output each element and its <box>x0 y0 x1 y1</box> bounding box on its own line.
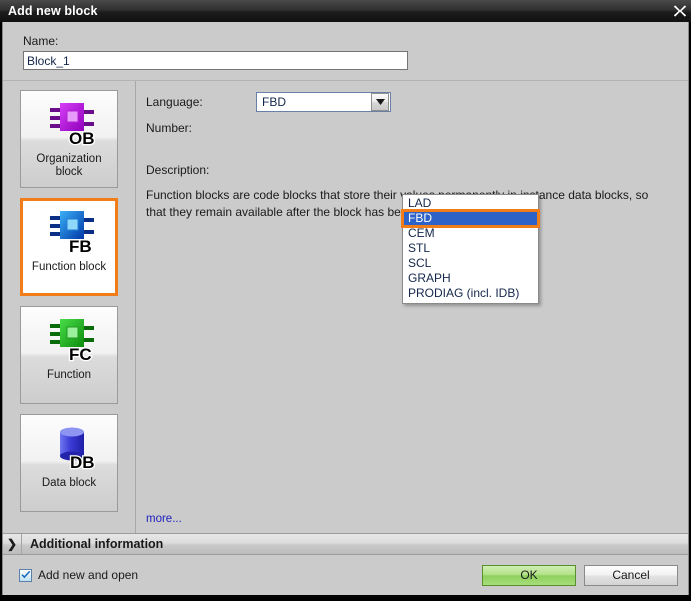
sidebar-item-label: Function <box>46 369 92 381</box>
sidebar-item-function-block[interactable]: FB Function block <box>20 198 118 296</box>
function-icon: FC <box>38 311 100 369</box>
title-bar: Add new block <box>0 0 691 22</box>
add-new-and-open-checkbox[interactable]: Add new and open <box>19 568 138 582</box>
name-label: Name: <box>23 34 59 48</box>
dropdown-option-stl[interactable]: STL <box>403 241 538 256</box>
main-pane: Language: FBD Number: Description: Funct… <box>136 81 688 533</box>
additional-information-label: Additional information <box>30 537 164 551</box>
description-label: Description: <box>146 163 210 177</box>
ok-button[interactable]: OK <box>482 564 576 586</box>
svg-text:OB: OB <box>69 129 95 148</box>
sidebar-item-function[interactable]: FC Function <box>20 306 118 404</box>
checkbox-box[interactable] <box>19 568 32 582</box>
number-row: Number: <box>146 117 688 139</box>
dropdown-option-cem[interactable]: CEM <box>403 226 538 241</box>
additional-information-expander[interactable]: ❯ Additional information <box>3 533 688 555</box>
organization-block-icon: OB <box>38 95 100 153</box>
chevron-right-icon[interactable]: ❯ <box>3 534 22 554</box>
svg-text:DB: DB <box>70 453 95 472</box>
window-bottom-border <box>0 595 691 601</box>
cancel-button[interactable]: Cancel <box>584 564 678 586</box>
more-link[interactable]: more... <box>146 513 182 525</box>
sidebar-item-label: Organization block <box>36 153 102 178</box>
sidebar-item-label: Function block <box>31 261 107 273</box>
svg-text:FC: FC <box>69 345 92 364</box>
middle-area: OB Organization block FB Function block … <box>3 81 688 533</box>
sidebar-item-organization-block[interactable]: OB Organization block <box>20 90 118 188</box>
language-row: Language: FBD <box>146 91 688 113</box>
footer-buttons: OK Cancel <box>482 564 678 586</box>
dropdown-option-fbd[interactable]: FBD <box>401 209 540 228</box>
data-block-icon: DB <box>38 419 100 477</box>
svg-text:FB: FB <box>69 237 92 256</box>
sidebar-item-label: Data block <box>41 477 97 489</box>
add-new-block-dialog: Add new block Name: Block_1 OB Organizat… <box>0 0 691 601</box>
dropdown-option-graph[interactable]: GRAPH <box>403 271 538 286</box>
dialog-footer: Add new and open OK Cancel <box>3 555 688 595</box>
chevron-down-icon[interactable] <box>371 93 389 111</box>
name-input[interactable] <box>23 51 408 70</box>
sidebar-item-data-block[interactable]: DB Data block <box>20 414 118 512</box>
dropdown-option-prodiag[interactable]: PRODIAG (incl. IDB) <box>403 286 538 301</box>
language-label: Language: <box>146 95 203 109</box>
number-label: Number: <box>146 121 193 135</box>
name-row: Name: <box>3 22 688 81</box>
language-combobox-value: FBD <box>262 95 286 109</box>
dialog-content: Name: Block_1 OB Organization block FB F… <box>2 22 689 595</box>
language-dropdown-list[interactable]: LAD FBD CEM STL SCL GRAPH PRODIAG (incl.… <box>401 194 540 304</box>
close-icon[interactable] <box>669 0 691 22</box>
block-type-sidebar: OB Organization block FB Function block … <box>3 81 136 533</box>
checkbox-label: Add new and open <box>38 568 139 582</box>
function-block-icon: FB <box>38 203 100 261</box>
dropdown-option-scl[interactable]: SCL <box>403 256 538 271</box>
dropdown-option-lad[interactable]: LAD <box>403 196 538 211</box>
language-combobox[interactable]: FBD <box>256 92 391 112</box>
window-title: Add new block <box>8 4 98 18</box>
